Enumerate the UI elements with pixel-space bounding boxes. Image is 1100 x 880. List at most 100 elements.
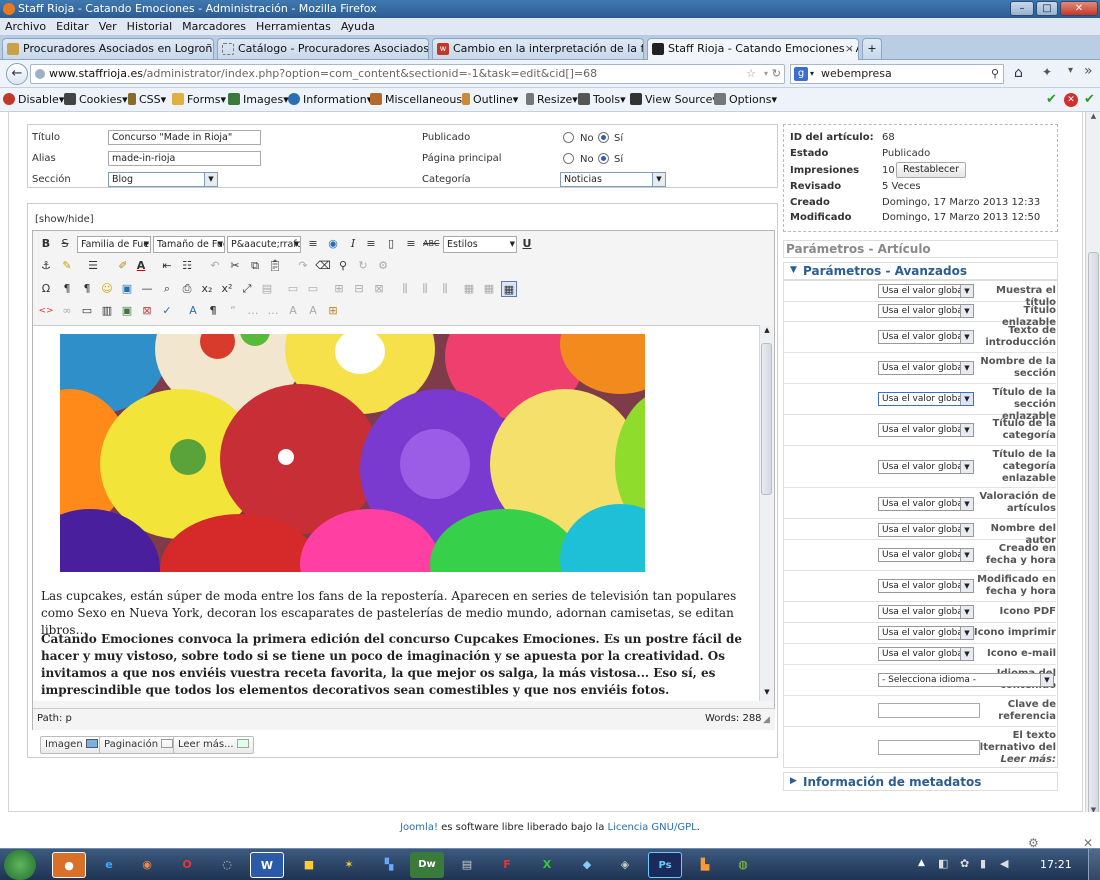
font-size-select[interactable]: Tamaño de Fue ▼	[153, 236, 225, 253]
tray-icon[interactable]: ◧	[938, 857, 948, 870]
italic-icon[interactable]: I	[345, 236, 361, 252]
resize-handle-icon[interactable]: ◢	[763, 715, 770, 725]
engine-dropdown-icon[interactable]: ▾	[810, 65, 814, 83]
preview-icon[interactable]: ⌕	[159, 281, 175, 297]
notes-taskbar-icon[interactable]: ■	[292, 852, 326, 878]
back-button[interactable]: ←	[6, 63, 28, 85]
ins-icon[interactable]: A	[305, 303, 321, 319]
redo-disabled-icon[interactable]: ↷	[295, 258, 311, 274]
eraser-icon[interactable]: ⌫	[315, 258, 331, 274]
table-row-icon[interactable]: ▭	[285, 281, 301, 297]
param-select-autor[interactable]: Usa el valor global ▼	[878, 523, 974, 537]
idioma-select[interactable]: - Selecciona idioma - ▼	[878, 673, 1054, 687]
disable-menu[interactable]: Disable▾	[3, 88, 64, 112]
bookmark-star-icon[interactable]: ☆	[746, 65, 756, 83]
scroll-down-icon[interactable]: ▼	[761, 688, 773, 700]
new-tab-button[interactable]: +	[862, 38, 882, 59]
anchor-icon[interactable]: ⚓	[38, 258, 54, 274]
font-family-select[interactable]: Familia de Fuer ▼	[77, 236, 151, 253]
help-icon[interactable]: ◉	[325, 236, 341, 252]
cut-icon[interactable]: ✂	[227, 258, 243, 274]
filezilla-taskbar-icon[interactable]: F	[490, 852, 524, 878]
word-taskbar-icon[interactable]: W	[250, 852, 284, 878]
table-props-icon[interactable]: ▦	[461, 281, 477, 297]
home-icon[interactable]: ⌂	[1014, 65, 1023, 81]
ltr-icon[interactable]: ¶	[59, 281, 75, 297]
numbered-list-icon[interactable]: ☷	[179, 258, 195, 274]
chrome-taskbar-icon[interactable]: ◉	[130, 852, 164, 878]
joomla-link[interactable]: Joomla!	[400, 822, 438, 833]
param-select-texto-introduccion[interactable]: Usa el valor global ▼	[878, 330, 974, 344]
format-select[interactable]: P&aacute;rrafo ▼	[227, 236, 301, 253]
params-advanced-header[interactable]: ▼ Parámetros - Avanzados	[783, 262, 1058, 280]
reload-icon[interactable]: ↻	[772, 65, 781, 83]
param-select-seccion-enlazable[interactable]: Usa el valor global ▼	[878, 392, 974, 406]
font-color-icon[interactable]: A	[185, 303, 201, 319]
param-select-imprimir[interactable]: Usa el valor global ▼	[878, 626, 974, 640]
valid-check-icon[interactable]: ✔	[1084, 88, 1095, 112]
param-select-creado[interactable]: Usa el valor global ▼	[878, 548, 974, 562]
find-icon[interactable]: ⚲	[335, 258, 351, 274]
menu-editar[interactable]: Editar	[51, 18, 94, 36]
paste-icon[interactable]: 📋︎	[267, 258, 283, 274]
param-select-nombre-seccion[interactable]: Usa el valor global ▼	[878, 361, 974, 375]
insert-layer-icon[interactable]: ▭	[79, 303, 95, 319]
insert-row-icon[interactable]: ⊞	[331, 281, 347, 297]
delete-col-icon[interactable]: ⫼	[417, 281, 433, 297]
param-select-muestra-titulo[interactable]: Usa el valor global ▼	[878, 284, 974, 298]
align-left-icon[interactable]: ≡	[363, 236, 379, 252]
text-color-icon[interactable]: A	[133, 258, 149, 274]
settings-icon[interactable]: ⚙	[375, 258, 391, 274]
seccion-select[interactable]: Blog ▼	[108, 172, 218, 187]
layer-icon[interactable]: ▤	[259, 281, 275, 297]
portada-si-radio[interactable]	[598, 153, 609, 164]
app-taskbar-icon[interactable]: ◌	[210, 852, 244, 878]
photoshop-taskbar-icon[interactable]: Ps	[648, 852, 682, 878]
show-desktop-button[interactable]	[1088, 849, 1100, 880]
resize-menu[interactable]: Resize▾	[526, 88, 578, 112]
highlight-icon[interactable]: ✎	[59, 258, 75, 274]
app-taskbar-icon[interactable]: ✶	[332, 852, 366, 878]
menu-arrow-icon[interactable]: ▾	[1068, 65, 1073, 76]
excel-taskbar-icon[interactable]: X	[530, 852, 564, 878]
cleanup-icon[interactable]: ✐	[115, 258, 131, 274]
ie-taskbar-icon[interactable]: e	[92, 852, 126, 878]
outline-menu[interactable]: Outline▾	[462, 88, 518, 112]
scroll-up-icon[interactable]: ▲	[1087, 112, 1100, 124]
menu-ver[interactable]: Ver	[94, 18, 122, 36]
dreamweaver-taskbar-icon[interactable]: Dw	[410, 852, 444, 878]
insert-col-icon[interactable]: ⫼	[397, 281, 413, 297]
reset-hits-button[interactable]: Restablecer	[896, 162, 967, 178]
tab-procuradores[interactable]: Procuradores Asociados en Logroño (...	[2, 38, 214, 59]
search-field[interactable]: g ▾ webempresa ⚲	[790, 64, 1004, 84]
miscellaneous-menu[interactable]: Miscellaneous▾	[370, 88, 468, 112]
information-menu[interactable]: Information▾	[288, 88, 372, 112]
images-menu[interactable]: Images▾	[228, 88, 289, 112]
param-select-titulo-categoria[interactable]: Usa el valor global ▼	[878, 423, 974, 437]
view-source-menu[interactable]: View Source▾	[630, 88, 718, 112]
underline-icon[interactable]: U	[519, 236, 535, 252]
image-icon[interactable]: ▣	[119, 303, 135, 319]
rtl-icon[interactable]: ¶	[79, 281, 95, 297]
app-taskbar-icon[interactable]: ◆	[570, 852, 604, 878]
subscript-icon[interactable]: x₂	[199, 281, 215, 297]
copy-icon[interactable]: ⧉	[247, 258, 263, 274]
opera-taskbar-icon[interactable]: O	[170, 852, 204, 878]
menu-historial[interactable]: Historial	[122, 18, 177, 36]
read-more-button[interactable]: Leer más...	[173, 736, 254, 754]
alias-input[interactable]: made-in-rioja	[108, 151, 261, 166]
tools-menu[interactable]: Tools▾	[578, 88, 626, 112]
bullet-list-icon[interactable]: ☰	[85, 258, 101, 274]
abbr-icon[interactable]: …	[245, 303, 261, 319]
table-icon[interactable]: ▦	[501, 281, 517, 297]
param-select-valoracion[interactable]: Usa el valor global ▼	[878, 497, 974, 511]
menu-marcadores[interactable]: Marcadores	[177, 18, 251, 36]
app-taskbar-icon[interactable]: ▙	[688, 852, 722, 878]
menu-ayuda[interactable]: Ayuda	[336, 18, 380, 36]
app-taskbar-icon[interactable]: ◈	[608, 852, 642, 878]
strikethrough-icon[interactable]: S	[57, 236, 73, 252]
scroll-thumb[interactable]	[1088, 252, 1099, 880]
param-select-titulo-enlazable[interactable]: Usa el valor global ▼	[878, 304, 974, 318]
tab-catalogo[interactable]: Catálogo - Procuradores Asociados e...	[217, 38, 429, 59]
tray-icon[interactable]: ✿	[960, 857, 969, 870]
